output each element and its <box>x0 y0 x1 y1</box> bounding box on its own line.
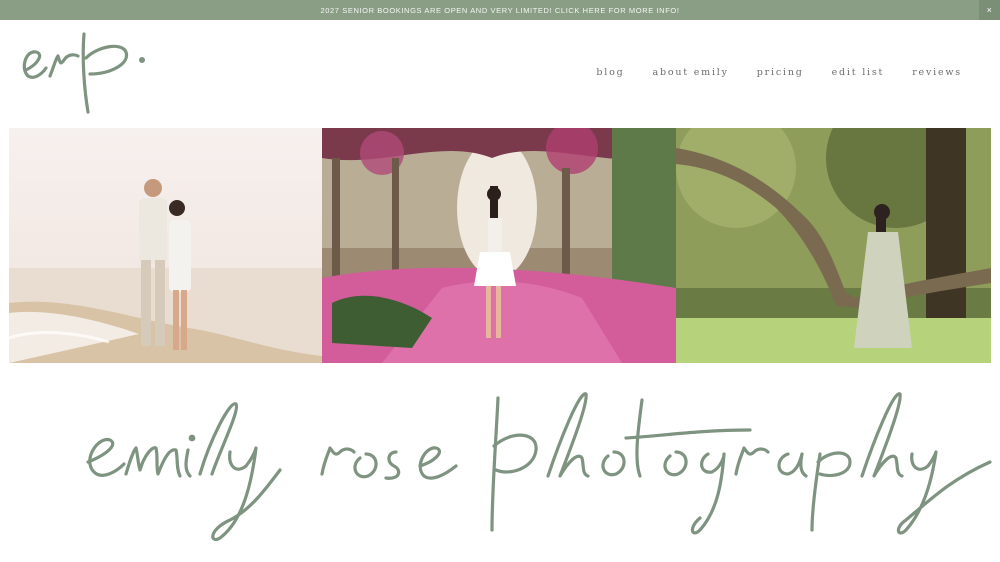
nav-item-blog[interactable]: blog <box>596 67 624 78</box>
close-icon[interactable]: × <box>979 0 1000 20</box>
site-logo[interactable] <box>18 28 158 120</box>
site-wordmark <box>86 392 992 541</box>
photo-oak-tree <box>676 128 991 363</box>
nav-item-reviews[interactable]: reviews <box>912 67 962 78</box>
main-nav: blog about emily pricing edit list revie… <box>568 67 962 78</box>
nav-item-pricing[interactable]: pricing <box>757 67 804 78</box>
photo-beach-couple <box>9 128 322 363</box>
nav-item-edit-list[interactable]: edit list <box>832 67 885 78</box>
announcement-text[interactable]: 2027 SENIOR BOOKINGS ARE OPEN AND VERY L… <box>320 6 679 15</box>
hero-gallery <box>9 128 991 363</box>
announcement-banner[interactable]: 2027 SENIOR BOOKINGS ARE OPEN AND VERY L… <box>0 0 1000 20</box>
photo-flower-path <box>322 128 676 363</box>
nav-item-about[interactable]: about emily <box>653 67 729 78</box>
